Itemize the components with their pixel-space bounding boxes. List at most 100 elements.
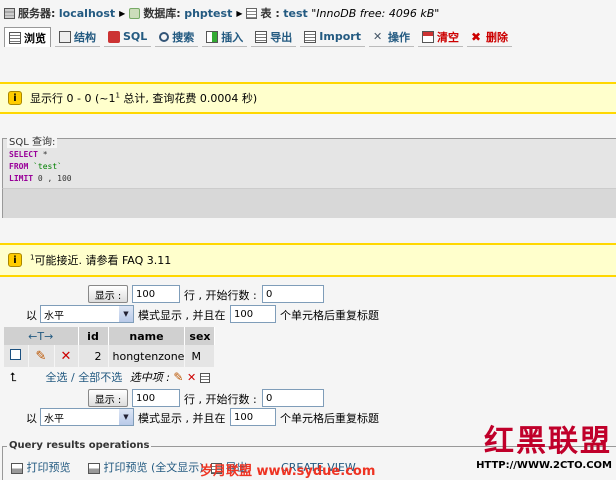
browse-icon xyxy=(9,31,21,44)
column-header-id[interactable]: id xyxy=(78,327,109,345)
tab-drop[interactable]: ✖ 删除 xyxy=(466,27,512,47)
tab-browse[interactable]: 浏览 xyxy=(4,27,51,47)
export-icon xyxy=(255,30,268,43)
cell-sex: M xyxy=(184,345,216,367)
select-all-link[interactable]: 全选 xyxy=(46,371,68,384)
mode-prefix-bottom: 以 xyxy=(26,412,37,425)
database-link[interactable]: phptest xyxy=(184,7,232,20)
show-button-bottom[interactable]: 显示 : xyxy=(88,389,128,407)
nav-row-bottom: 显示 : 100 行 , 开始行数 : 0 xyxy=(0,389,616,409)
engine-info: "InnoDB free: 4096 kB" xyxy=(311,6,440,20)
result-notice: i 显示行 0 - 0 (~11 总计, 查询花费 0.0004 秒) xyxy=(0,82,616,114)
server-icon xyxy=(4,7,15,19)
tab-insert[interactable]: 插入 xyxy=(202,27,248,47)
database-icon xyxy=(129,7,141,19)
edit-selected-icon[interactable]: ✎ xyxy=(173,370,183,384)
show-button[interactable]: 显示 : xyxy=(88,285,128,303)
chevron-down-icon: ▼ xyxy=(119,409,133,425)
sql-legend: SQL 查询: xyxy=(7,133,58,148)
results-table: ←T→ id name sex ✎ ✕ 2 hongtenzone M xyxy=(4,327,216,367)
print-preview-link[interactable]: 打印预览 xyxy=(27,461,71,474)
select-none-link[interactable]: 全部不选 xyxy=(78,371,122,384)
sql-icon xyxy=(108,30,120,43)
column-header-sex[interactable]: sex xyxy=(184,327,216,345)
chevron-down-icon: ▼ xyxy=(119,306,133,322)
export-selected-icon[interactable] xyxy=(199,373,210,383)
approx-notice: i 1可能接近. 请参看 FAQ 3.11 xyxy=(0,243,616,277)
structure-icon xyxy=(59,30,71,43)
insert-icon xyxy=(206,30,219,43)
edit-icon[interactable]: ✎ xyxy=(36,349,47,364)
tab-search[interactable]: 搜索 xyxy=(155,27,199,47)
rows-suffix: 行 , 开始行数 : xyxy=(184,289,257,302)
sql-query-box: SQL 查询: SELECT * FROM `test` LIMIT 0 , 1… xyxy=(2,133,616,188)
tab-bar: 浏览 结构 SQL 搜索 插入 导出 Import ✕ 操作 清空 ✖ 删除 xyxy=(4,27,516,47)
tab-sql[interactable]: SQL xyxy=(104,27,152,47)
repeat-suffix: 个单元格后重复标题 xyxy=(280,309,379,322)
delete-icon[interactable]: ✕ xyxy=(61,349,72,364)
breadcrumb: 服务器: localhost ▶ 数据库: phptest ▶ 表 : test… xyxy=(4,5,439,21)
mode-suffix: 模式显示 , 并且在 xyxy=(138,309,226,322)
with-selected-label: 选中项 : xyxy=(129,371,170,384)
repeat-headers-input[interactable]: 100 xyxy=(230,305,276,323)
row-checkbox-cell xyxy=(4,345,29,367)
import-icon xyxy=(304,30,317,43)
approx-notice-text: 1可能接近. 请参看 FAQ 3.11 xyxy=(30,253,172,267)
start-input-bottom[interactable]: 0 xyxy=(262,389,324,407)
delete-selected-icon[interactable]: ✕ xyxy=(187,371,196,384)
query-ops-legend: Query results operations xyxy=(7,440,152,451)
display-mode-select-bottom[interactable]: 水平 ▼ xyxy=(40,408,134,426)
bulk-actions: ⮤ 全选 / 全部不选 选中项 : ✎ ✕ xyxy=(10,369,310,385)
select-arrow-icon: ⮤ xyxy=(10,370,18,384)
cell-name: hongtenzone xyxy=(108,345,186,367)
empty-icon xyxy=(421,30,434,43)
table-icon xyxy=(246,7,258,19)
mode-prefix: 以 xyxy=(26,309,37,322)
watermark-sydue: 岁月联盟 www.sydue.com xyxy=(200,464,376,479)
db-label: 数据库: xyxy=(143,7,181,20)
server-link[interactable]: localhost xyxy=(59,7,115,20)
sql-query-toolbar xyxy=(2,188,616,218)
tab-structure[interactable]: 结构 xyxy=(55,27,100,47)
table-header-row: ←T→ id name sex xyxy=(4,327,216,345)
watermark-title: 红黑联盟 xyxy=(484,424,612,459)
nav-row-top-2: 以 水平 ▼ 模式显示 , 并且在 100 个单元格后重复标题 xyxy=(0,305,616,325)
table-label: 表 : xyxy=(260,7,280,20)
row-checkbox[interactable] xyxy=(10,349,22,360)
print-full-icon xyxy=(88,462,100,474)
edit-cell: ✎ xyxy=(28,345,55,367)
start-input[interactable]: 0 xyxy=(262,285,324,303)
drop-icon: ✖ xyxy=(470,29,482,44)
arrow-icon: ▶ xyxy=(236,8,243,18)
tab-empty[interactable]: 清空 xyxy=(417,27,463,47)
watermark-url: HTTP://WWW.2CTO.COM xyxy=(476,460,612,471)
mode-suffix-bottom: 模式显示 , 并且在 xyxy=(138,412,226,425)
tab-import[interactable]: Import xyxy=(300,27,365,47)
table-link[interactable]: test xyxy=(283,7,308,20)
nav-row-top: 显示 : 100 行 , 开始行数 : 0 xyxy=(0,285,616,305)
cell-id: 2 xyxy=(78,345,109,367)
repeat-suffix-bottom: 个单元格后重复标题 xyxy=(280,412,379,425)
rows-suffix-bottom: 行 , 开始行数 : xyxy=(184,393,257,406)
info-icon: i xyxy=(8,253,22,267)
rows-input-bottom[interactable]: 100 xyxy=(132,389,180,407)
delete-cell: ✕ xyxy=(54,345,79,367)
tab-operations[interactable]: ✕ 操作 xyxy=(368,27,414,47)
arrow-icon: ▶ xyxy=(119,8,126,18)
sql-code: SELECT * FROM `test` LIMIT 0 , 100 xyxy=(9,150,72,183)
column-header-name[interactable]: name xyxy=(108,327,186,345)
table-row: ✎ ✕ 2 hongtenzone M xyxy=(4,345,216,367)
tab-export[interactable]: 导出 xyxy=(251,27,297,47)
info-icon: i xyxy=(8,91,22,105)
watermark-logo: 红黑联盟 HTTP://WWW.2CTO.COM xyxy=(476,424,612,472)
column-arrows[interactable]: ←T→ xyxy=(4,327,79,345)
rows-input[interactable]: 100 xyxy=(132,285,180,303)
repeat-headers-input-bottom[interactable]: 100 xyxy=(230,408,276,426)
print-icon xyxy=(11,462,23,474)
search-icon xyxy=(159,31,170,42)
print-full-link[interactable]: 打印预览 (全文显示) xyxy=(104,461,204,474)
result-notice-text: 显示行 0 - 0 (~11 总计, 查询花费 0.0004 秒) xyxy=(30,91,258,105)
server-label: 服务器: xyxy=(18,7,56,20)
display-mode-select[interactable]: 水平 ▼ xyxy=(40,305,134,323)
operations-icon: ✕ xyxy=(372,29,383,43)
